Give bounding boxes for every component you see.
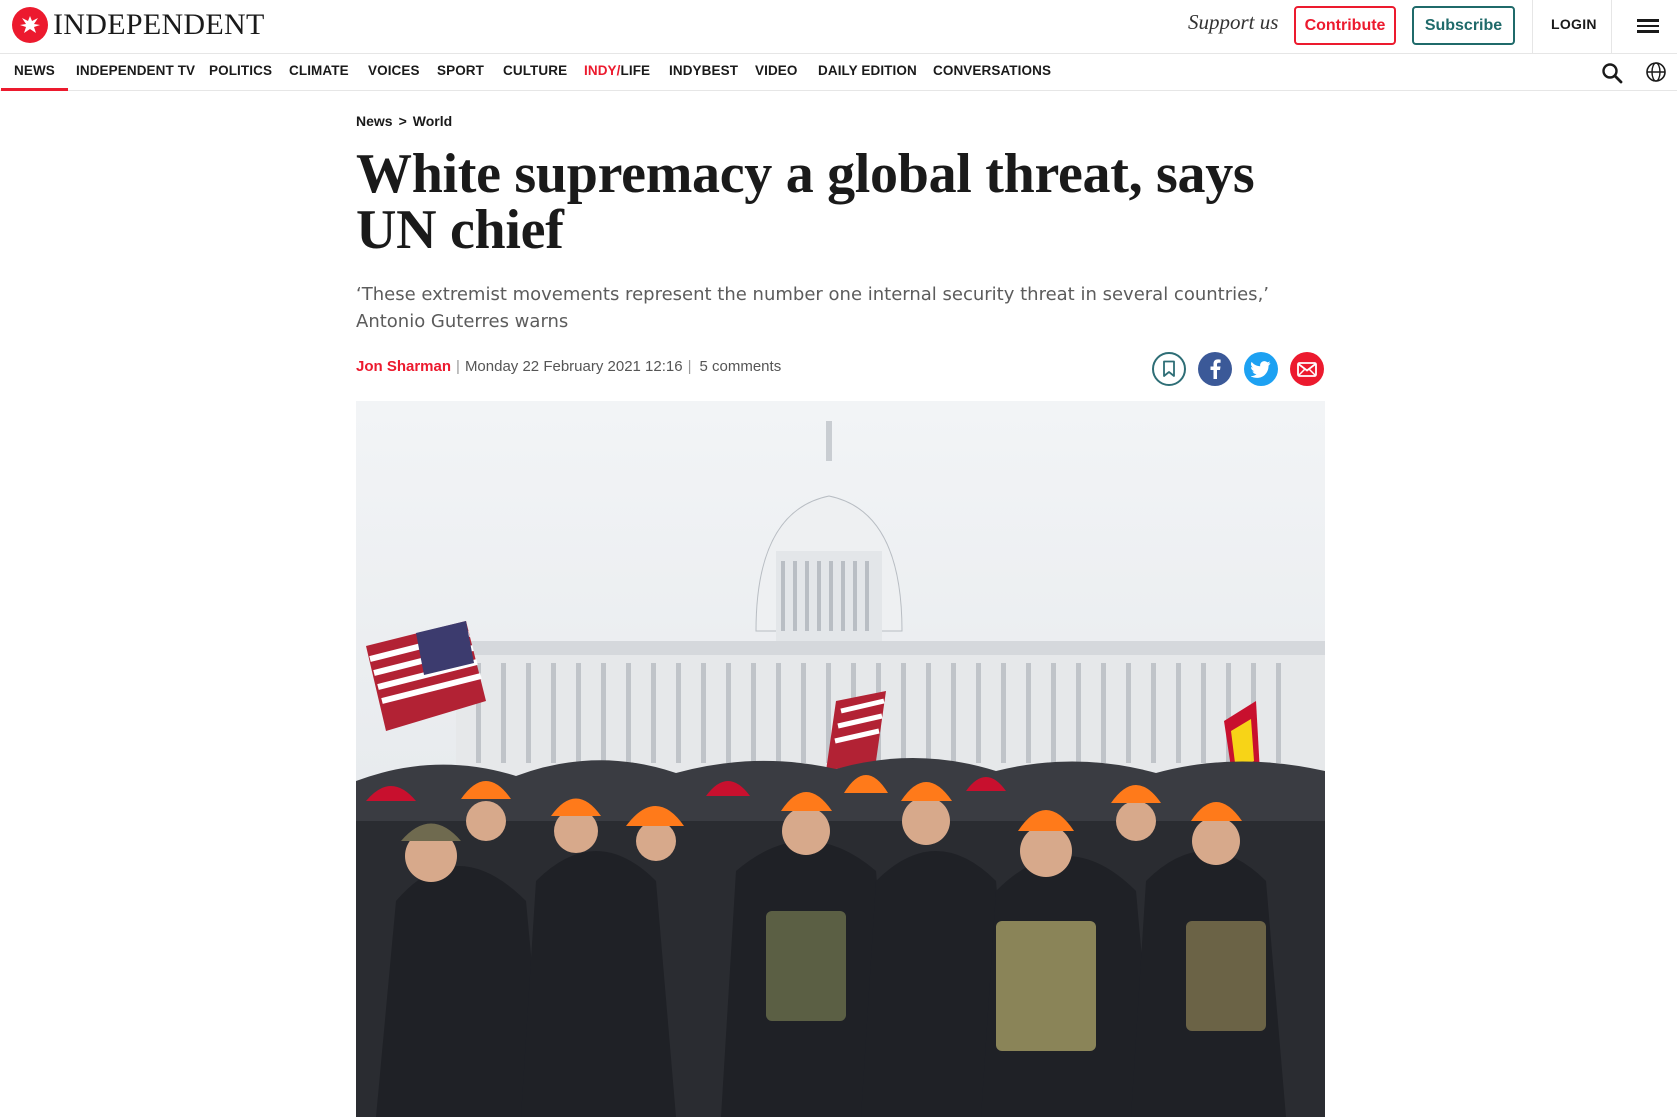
bookmark-icon[interactable] bbox=[1152, 352, 1186, 386]
article-hero-image bbox=[356, 401, 1325, 1117]
nav-item-voices[interactable]: VOICES bbox=[368, 54, 420, 90]
nav-item-video[interactable]: VIDEO bbox=[755, 54, 798, 90]
globe-icon[interactable] bbox=[1645, 61, 1667, 83]
subscribe-button[interactable]: Subscribe bbox=[1412, 6, 1515, 45]
logo-wordmark: INDEPENDENT bbox=[53, 8, 265, 41]
header-divider bbox=[1611, 0, 1612, 54]
nav-item-daily-edition[interactable]: DAILY EDITION bbox=[818, 54, 917, 90]
site-logo[interactable]: INDEPENDENT bbox=[12, 7, 265, 43]
nav-item-culture[interactable]: CULTURE bbox=[503, 54, 567, 90]
contribute-button[interactable]: Contribute bbox=[1294, 6, 1396, 45]
publish-date: Monday 22 February 2021 12:16 bbox=[464, 358, 683, 375]
comments-link[interactable]: 5 comments bbox=[700, 358, 782, 375]
article-standfirst: ‘These extremist movements represent the… bbox=[356, 284, 1270, 332]
site-header: INDEPENDENT Support us Contribute Subscr… bbox=[0, 0, 1677, 54]
breadcrumb-news[interactable]: News bbox=[356, 113, 393, 129]
eagle-logo-icon bbox=[12, 7, 48, 43]
nav-item-independent-tv[interactable]: INDEPENDENT TV bbox=[76, 54, 195, 90]
breadcrumb: News > World bbox=[356, 113, 452, 129]
nav-item-politics[interactable]: POLITICS bbox=[209, 54, 272, 90]
nav-item-conversations[interactable]: CONVERSATIONS bbox=[933, 54, 1051, 90]
article-byline: Jon Sharman | Monday 22 February 2021 12… bbox=[356, 358, 781, 375]
author-link[interactable]: Jon Sharman bbox=[356, 358, 451, 375]
nav-item-indy-life[interactable]: INDY/LIFE bbox=[584, 54, 650, 90]
nav-item-sport[interactable]: SPORT bbox=[437, 54, 484, 90]
article-headline: White supremacy a global threat, says UN… bbox=[356, 143, 1255, 261]
nav-item-news[interactable]: NEWS bbox=[1, 54, 68, 91]
main-nav: NEWS INDEPENDENT TV POLITICS CLIMATE VOI… bbox=[0, 54, 1677, 91]
byline-separator: | bbox=[456, 358, 460, 375]
email-icon[interactable] bbox=[1290, 352, 1324, 386]
nav-item-indybest[interactable]: INDYBEST bbox=[669, 54, 738, 90]
crowd bbox=[356, 757, 1325, 1117]
twitter-icon[interactable] bbox=[1244, 352, 1278, 386]
support-us-text: Support us bbox=[1188, 10, 1279, 34]
header-divider bbox=[1532, 0, 1533, 54]
breadcrumb-separator: > bbox=[398, 113, 407, 129]
menu-icon[interactable] bbox=[1637, 16, 1659, 36]
facebook-icon[interactable] bbox=[1198, 352, 1232, 386]
nav-item-climate[interactable]: CLIMATE bbox=[289, 54, 349, 90]
login-link[interactable]: LOGIN bbox=[1551, 16, 1597, 32]
search-icon[interactable] bbox=[1600, 61, 1624, 85]
breadcrumb-world[interactable]: World bbox=[413, 113, 452, 129]
byline-separator: | bbox=[687, 358, 692, 375]
